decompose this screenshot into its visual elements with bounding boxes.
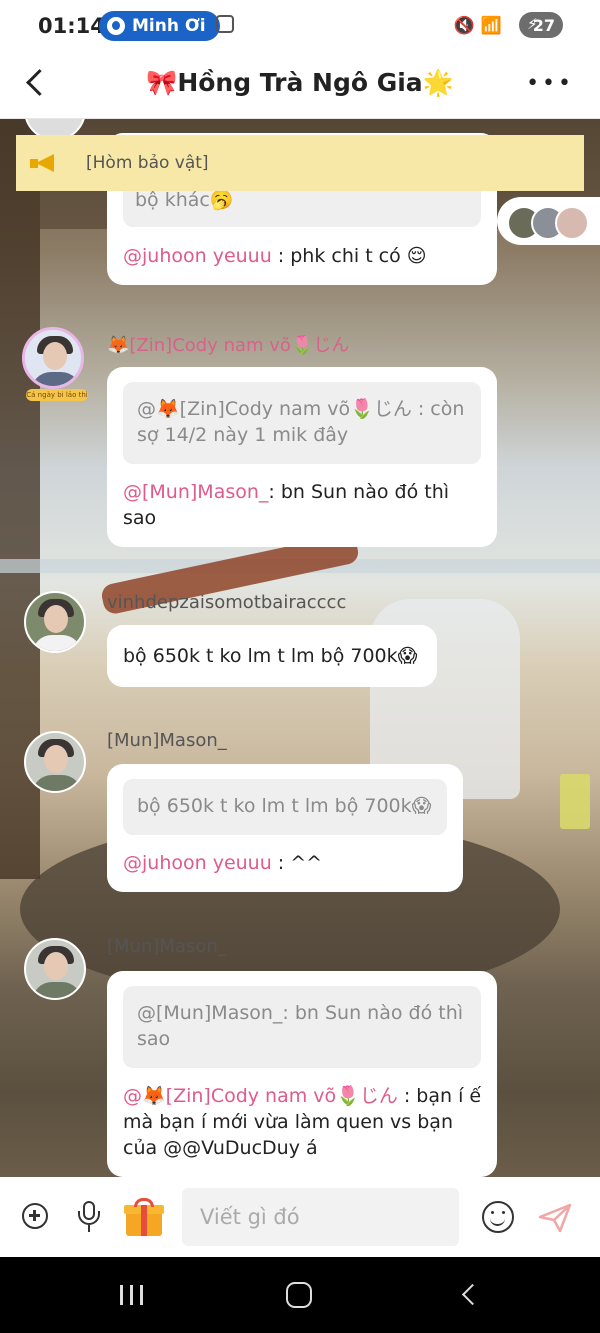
reply-quote: bộ 650k t ko lm t lm bộ 700k😱 <box>123 779 447 835</box>
gift-icon-ribbon <box>141 1205 147 1236</box>
avatar-face <box>44 605 68 633</box>
reply-quote: @🦊[Zin]Cody nam võ🌷じん : còn sợ 14/2 này … <box>123 382 481 464</box>
system-nav-bar <box>0 1257 600 1333</box>
reply-quote-text: bộ 650k t ko lm t lm bộ 700k😱 <box>137 795 432 817</box>
sender-name[interactable]: vinhdepzaisomotbairacccc <box>107 592 346 613</box>
avatar-caption: Cá ngày bi lảo thì <box>26 389 88 401</box>
battery-icon: ⚡ 27 <box>519 12 563 38</box>
message-bubble[interactable]: bộ 650k t ko lm t lm bộ 700k😱 <box>107 625 437 687</box>
globe-icon <box>107 17 125 35</box>
status-time: 01:14 <box>38 14 105 38</box>
emoji-button[interactable] <box>482 1201 514 1233</box>
background-glass <box>560 774 590 829</box>
charging-icon: ⚡ <box>527 15 538 33</box>
message-text: @juhoon yeuuu : ^^ <box>123 850 453 876</box>
message-body: : phk chi t có 😌 <box>271 245 427 267</box>
chat-area[interactable]: [Hòm bảo vật] bộ khác🥱 @juhoon yeuuu : p… <box>0 119 600 1177</box>
microphone-icon-stem <box>87 1225 90 1232</box>
chat-title: 🎀Hồng Trà Ngô Gia🌟 <box>146 68 454 97</box>
pinned-text: [Hòm bảo vật] <box>86 153 209 173</box>
recents-button[interactable] <box>120 1285 144 1305</box>
send-button[interactable] <box>538 1203 572 1233</box>
microphone-button[interactable] <box>78 1201 100 1233</box>
sender-avatar[interactable] <box>24 591 86 653</box>
sender-name[interactable]: 🦊[Zin]Cody nam võ🌷じん <box>107 331 349 357</box>
message-bubble[interactable]: @[Mun]Mason_: bn Sun nào đó thì sao @🦊[Z… <box>107 971 497 1177</box>
add-attachment-button[interactable] <box>22 1203 48 1229</box>
reply-quote-text: @[Mun]Mason_: bn Sun nào đó thì sao <box>137 1002 464 1050</box>
composer-bar <box>0 1177 600 1257</box>
recents-icon <box>140 1285 143 1305</box>
sender-avatar[interactable] <box>24 938 86 1000</box>
message-input[interactable] <box>182 1188 459 1246</box>
screenshot-icon <box>216 15 234 33</box>
online-viewers[interactable] <box>497 197 600 245</box>
recents-icon <box>120 1285 123 1305</box>
pinned-banner[interactable]: [Hòm bảo vật] <box>16 135 584 191</box>
message-text: bộ 650k t ko lm t lm bộ 700k😱 <box>123 645 418 667</box>
reply-quote-text: bộ khác🥱 <box>135 189 234 211</box>
message-text: @[Mun]Mason_: bn Sun nào đó thì sao <box>123 479 481 531</box>
message-bubble[interactable]: bộ 650k t ko lm t lm bộ 700k😱 @juhoon ye… <box>107 764 463 892</box>
viewer-avatar <box>555 206 589 240</box>
avatar-face <box>43 342 67 370</box>
avatar-shirt <box>32 775 82 791</box>
mention-link[interactable]: @[Mun]Mason_ <box>123 481 268 503</box>
message-body: : ^^ <box>271 852 323 874</box>
mute-icon: 🔇 <box>453 16 481 36</box>
avatar-shirt <box>32 635 82 651</box>
avatar-face <box>44 952 68 980</box>
mention-link[interactable]: @🦊[Zin]Cody nam võ🌷じん <box>123 1085 398 1107</box>
more-options-button[interactable]: ••• <box>526 73 574 95</box>
gift-button[interactable] <box>124 1197 164 1237</box>
sender-avatar[interactable] <box>22 327 84 389</box>
message-text: @🦊[Zin]Cody nam võ🌷じん : bạn í ế mà bạn í… <box>123 1083 485 1161</box>
avatar-face <box>44 745 68 773</box>
mention-link[interactable]: @juhoon yeuuu <box>123 245 272 267</box>
send-icon <box>538 1203 572 1233</box>
megaphone-icon <box>30 152 58 174</box>
avatar-shirt <box>32 982 82 998</box>
sender-avatar[interactable] <box>24 731 86 793</box>
chat-header: 🎀Hồng Trà Ngô Gia🌟 ••• <box>0 52 600 119</box>
reply-quote-text: @🦊[Zin]Cody nam võ🌷じん : còn sợ 14/2 này … <box>137 398 465 446</box>
recents-icon <box>130 1285 133 1305</box>
message-bubble[interactable]: @🦊[Zin]Cody nam võ🌷じん : còn sợ 14/2 này … <box>107 367 497 547</box>
mention-link[interactable]: @juhoon yeuuu <box>123 852 272 874</box>
profile-chip[interactable]: Minh Ơi <box>99 11 220 41</box>
reply-quote: @[Mun]Mason_: bn Sun nào đó thì sao <box>123 986 481 1068</box>
sender-name[interactable]: [Mun]Mason_ <box>107 730 227 751</box>
home-button[interactable] <box>286 1282 312 1308</box>
message-text: @juhoon yeuuu : phk chi t có 😌 <box>123 243 483 269</box>
sender-name[interactable]: [Mun]Mason_ <box>107 936 227 957</box>
status-bar: 01:14 Minh Ơi 🔇📶 ⚡ 27 <box>0 0 600 52</box>
system-icons: 🔇📶 <box>454 16 508 36</box>
wifi-icon: 📶 <box>480 16 508 36</box>
gift-icon-bow <box>134 1198 154 1207</box>
profile-chip-label: Minh Ơi <box>132 16 206 36</box>
microphone-icon-stand <box>78 1211 100 1225</box>
system-back-button[interactable] <box>460 1285 478 1303</box>
